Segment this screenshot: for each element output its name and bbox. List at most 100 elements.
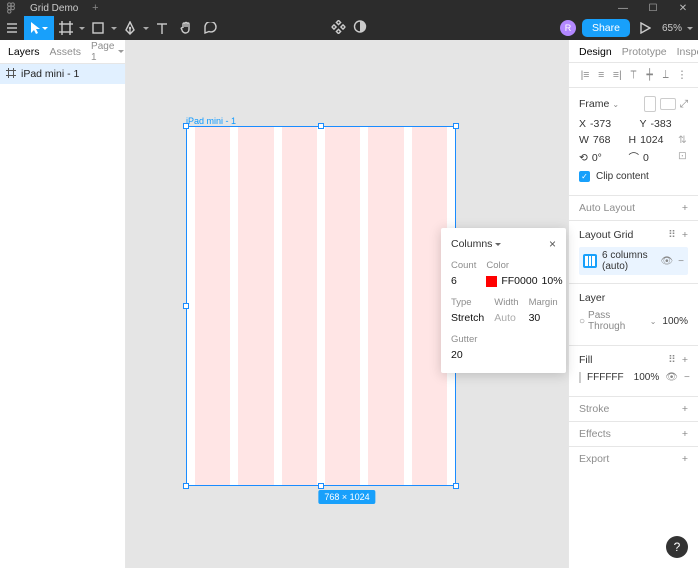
w-input[interactable]: W768 [579,134,617,146]
count-input[interactable]: 6 [451,275,476,287]
rotation-input[interactable]: ⟲0° [579,150,617,165]
layout-grid-popup: Columns × Count 6 Color FF0000 10% [441,228,566,373]
grid-styles-icon[interactable]: ⠿ [668,229,676,241]
frame-tool[interactable] [54,16,78,40]
maximize-button[interactable]: ☐ [638,3,668,14]
align-right-icon[interactable]: ≡| [611,69,623,81]
align-bottom-icon[interactable]: ⟘ [660,69,672,81]
resize-handle[interactable] [183,483,189,489]
toggle-grid-visibility[interactable]: 👁 [660,256,673,267]
align-vcenter-icon[interactable]: ┿ [644,69,656,81]
left-panel-tabs: Layers Assets Page 1 [0,40,125,64]
blend-mode-dropdown[interactable]: ○ Pass Through ⌄ [579,310,656,332]
tab-prototype[interactable]: Prototype [622,46,667,58]
fill-section: Fill ⠿ + FFFFFF 100% 👁 − [569,346,698,397]
effects-section: Effects + [569,422,698,447]
add-auto-layout[interactable]: + [682,202,688,214]
resize-handle[interactable] [318,123,324,129]
x-input[interactable]: X-373 [579,118,628,130]
pen-tool-caret[interactable] [142,16,150,40]
layer-opacity-input[interactable]: 100% [662,316,688,327]
frame-tool-caret[interactable] [78,16,86,40]
type-label: Type [451,297,484,308]
resize-to-fit-icon[interactable]: ⤢ [680,98,688,111]
layout-grid-item[interactable]: 6 columns (auto) 👁 − [579,247,688,275]
orientation-landscape[interactable] [660,98,676,110]
pen-tool[interactable] [118,16,142,40]
toolbar: R Share 65% [0,16,698,40]
resize-handle[interactable] [318,483,324,489]
add-stroke[interactable]: + [682,403,688,415]
color-input[interactable]: FF0000 10% [486,275,562,287]
align-left-icon[interactable]: |≡ [579,69,591,81]
align-top-icon[interactable]: ⟙ [627,69,639,81]
frame-icon [6,68,16,81]
gutter-input[interactable]: 20 [451,349,556,361]
fill-styles-icon[interactable]: ⠿ [668,354,676,366]
add-layout-grid[interactable]: + [682,229,688,241]
resize-handle[interactable] [453,483,459,489]
tab-design[interactable]: Design [579,46,612,58]
share-button[interactable]: Share [582,19,630,37]
toggle-fill-visibility[interactable]: 👁 [665,372,678,383]
add-effect[interactable]: + [682,428,688,440]
independent-corners-icon[interactable]: ⊡ [678,150,688,165]
file-tab[interactable]: Grid Demo [22,0,86,16]
clip-content-checkbox[interactable]: ✓ [579,171,590,182]
move-tool-caret[interactable] [41,16,49,40]
constrain-proportions-icon[interactable]: ⇅ [678,134,688,146]
frame-label[interactable]: iPad mini - 1 [186,116,236,126]
align-hcenter-icon[interactable]: ≡ [595,69,607,81]
page-selector[interactable]: Page 1 [91,41,124,63]
frame-ipad-mini[interactable] [186,126,456,486]
canvas[interactable]: iPad mini - 1 768 × 1024 Columns × Count [126,40,568,568]
margin-input[interactable]: 30 [529,312,558,324]
type-dropdown[interactable]: Stretch [451,312,484,324]
radius-input[interactable]: ⌒0 [629,150,667,165]
fill-row[interactable]: FFFFFF 100% 👁 − [579,372,688,383]
tab-inspect[interactable]: Inspect [677,46,698,58]
hand-tool[interactable] [174,16,198,40]
frame-preset-dropdown[interactable]: Frame⌄ [579,98,640,110]
help-button[interactable]: ? [666,536,688,558]
present-button[interactable] [634,16,658,40]
toolbar-center [332,20,367,37]
resize-handle[interactable] [183,123,189,129]
auto-layout-section: Auto Layout + [569,196,698,221]
margin-label: Margin [529,297,558,308]
add-export[interactable]: + [682,453,688,465]
zoom-level[interactable]: 65% [658,23,686,34]
component-icon[interactable] [332,20,346,37]
distribute-icon[interactable]: ⋮ [676,69,688,81]
text-tool[interactable] [150,16,174,40]
layer-row-frame[interactable]: iPad mini - 1 [0,64,125,84]
y-input[interactable]: Y-383 [640,118,689,130]
tab-assets[interactable]: Assets [50,46,82,58]
orientation-portrait[interactable] [644,96,656,112]
mask-icon[interactable] [354,20,367,37]
close-button[interactable]: ✕ [668,3,698,14]
shape-tool[interactable] [86,16,110,40]
user-avatar[interactable]: R [560,20,576,36]
minimize-button[interactable]: — [608,3,638,14]
columns-icon [583,254,597,268]
grid-type-dropdown[interactable]: Columns [451,238,501,250]
menu-button[interactable] [0,16,24,40]
tab-layers[interactable]: Layers [8,46,40,58]
remove-fill[interactable]: − [684,372,690,383]
zoom-caret[interactable] [686,16,694,40]
popup-close-button[interactable]: × [549,238,556,250]
comment-tool[interactable] [198,16,222,40]
frame-size-badge: 768 × 1024 [318,490,375,504]
remove-grid[interactable]: − [678,256,684,267]
shape-tool-caret[interactable] [110,16,118,40]
fill-swatch[interactable] [579,372,581,383]
color-swatch[interactable] [486,276,497,287]
resize-handle[interactable] [183,303,189,309]
new-tab-button[interactable]: + [86,2,104,14]
resize-handle[interactable] [453,123,459,129]
add-fill[interactable]: + [682,354,688,366]
figma-menu[interactable] [0,2,22,14]
h-input[interactable]: H1024 [629,134,667,146]
move-tool[interactable] [24,16,54,40]
